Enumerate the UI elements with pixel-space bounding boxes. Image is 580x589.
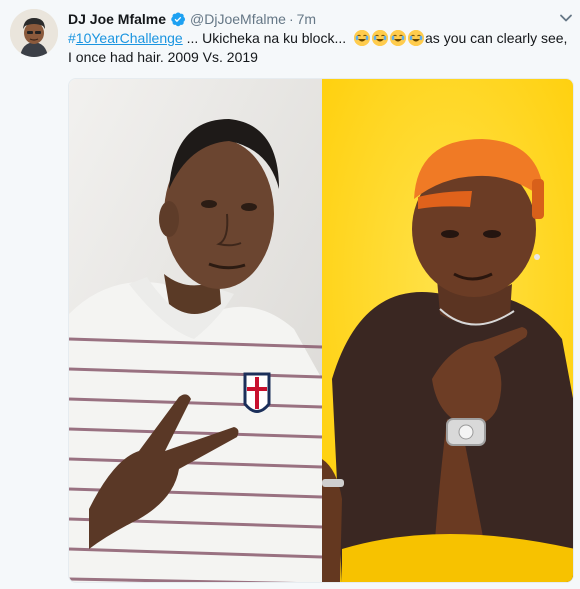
tweet: DJ Joe Mfalme @DjJoeMfalme · 7m #10YearC… xyxy=(0,0,580,589)
timestamp[interactable]: 7m xyxy=(297,11,316,27)
emoji-group xyxy=(354,30,425,46)
photo-2019 xyxy=(322,79,573,582)
tweet-text: #10YearChallenge ... Ukicheka na ku bloc… xyxy=(68,29,568,67)
avatar[interactable] xyxy=(10,9,58,57)
media-photo[interactable] xyxy=(68,78,574,583)
photo-2009 xyxy=(69,79,323,582)
verified-badge-icon xyxy=(170,11,186,27)
laughing-emoji-icon xyxy=(390,30,407,46)
hashtag-link[interactable]: #10YearChallenge xyxy=(68,30,183,46)
laughing-emoji-icon xyxy=(372,30,389,46)
tweet-text-part1: ... Ukicheka na ku block... xyxy=(182,30,351,46)
tweet-header: DJ Joe Mfalme @DjJoeMfalme · 7m xyxy=(68,10,316,28)
laughing-emoji-icon xyxy=(354,30,371,46)
handle[interactable]: @DjJoeMfalme xyxy=(190,11,286,27)
chevron-down-icon[interactable] xyxy=(558,10,574,26)
display-name[interactable]: DJ Joe Mfalme xyxy=(68,11,166,27)
laughing-emoji-icon xyxy=(408,30,425,46)
separator-dot: · xyxy=(288,11,294,27)
